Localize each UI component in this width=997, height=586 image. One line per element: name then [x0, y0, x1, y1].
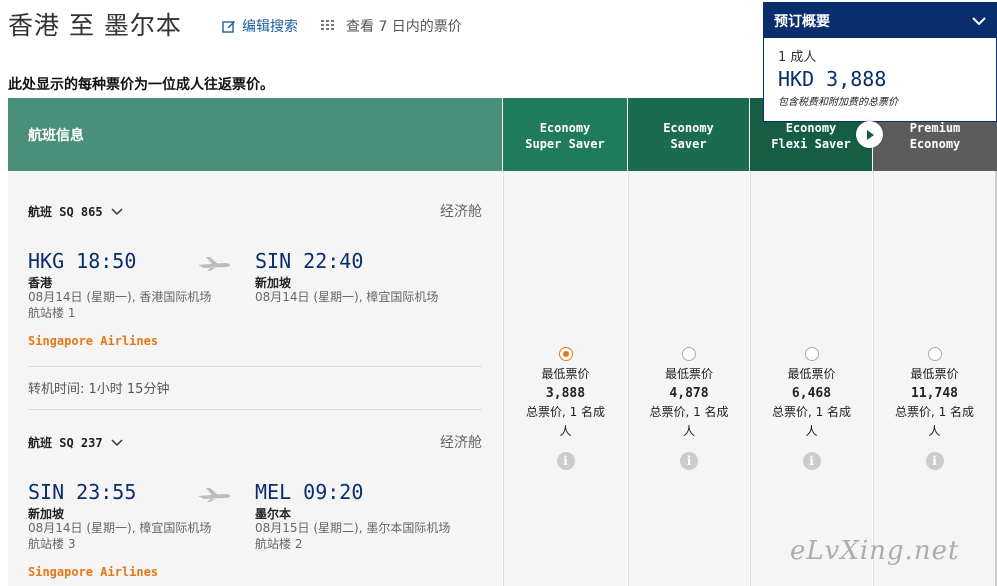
fare-price: 6,468	[791, 386, 832, 401]
departure-airport: 08月14日 (星期一), 樟宜国际机场 航站楼 3	[28, 520, 211, 552]
arrival-terminal: 航站楼 2	[255, 537, 303, 551]
view-7-days-link[interactable]: 查看 7 日内的票价	[320, 16, 462, 36]
edit-search-label: 编辑搜索	[242, 19, 298, 35]
arrival-time: MEL 09:20	[255, 480, 364, 504]
summary-note: 包含税费和附加费的总票价	[778, 97, 898, 108]
fare-header-economy-super-saver[interactable]: Economy Super Saver	[503, 98, 627, 171]
fare-radio[interactable]	[804, 347, 819, 361]
page-title: 香港 至 墨尔本	[8, 11, 182, 40]
chevron-down-icon	[111, 207, 123, 215]
fare-total-note-cont: 人	[928, 424, 941, 438]
airline-name: Singapore Airlines	[28, 565, 159, 579]
arrow-right-icon	[866, 129, 874, 140]
flight-info-header: 航班信息	[8, 98, 502, 171]
airline-name: Singapore Airlines	[28, 334, 159, 348]
plane-icon	[198, 488, 230, 502]
fare-header-line1: Economy	[785, 121, 837, 135]
fare-total-note-cont: 人	[805, 424, 818, 438]
fare-total-note: 总票价, 1 名成	[771, 405, 852, 419]
arrival-airport: 08月14日 (星期一), 樟宜国际机场	[255, 289, 438, 305]
fare-header-line2: Super Saver	[525, 137, 605, 151]
fare-column-premium-economy[interactable]: 最低票价 11,748 总票价, 1 名成 人 i	[873, 171, 997, 586]
transfer-time: 转机时间: 1小时 15分钟	[28, 382, 170, 397]
fare-label: 最低票价	[910, 367, 959, 381]
fare-label: 最低票价	[541, 367, 590, 381]
chevron-down-icon	[111, 438, 123, 446]
departure-airport: 08月14日 (星期一), 香港国际机场 航站楼 1	[28, 289, 211, 321]
booking-summary: 预订概要 1 成人 HKD 3,888 包含税费和附加费的总票价	[763, 2, 997, 122]
fare-header-line2: Economy	[909, 137, 961, 151]
fare-notice: 此处显示的每种票价为一位成人往返票价。	[8, 77, 274, 93]
flight-number: 航班 SQ 237	[28, 436, 103, 450]
segment-1-toggle[interactable]: 航班 SQ 865	[28, 203, 123, 220]
divider	[28, 366, 482, 367]
arrival-time: SIN 22:40	[255, 249, 364, 273]
fare-price: 3,888	[545, 386, 586, 401]
info-icon[interactable]: i	[680, 452, 698, 470]
fare-price: 4,878	[669, 386, 709, 401]
fare-label: 最低票价	[787, 367, 836, 381]
divider	[28, 409, 482, 410]
segment-2-toggle[interactable]: 航班 SQ 237	[28, 434, 123, 451]
cabin-class: 经济舱	[440, 435, 482, 451]
chevron-down-icon	[972, 16, 986, 25]
fare-total-note-cont: 人	[559, 424, 572, 438]
fare-total-note: 总票价, 1 名成	[525, 405, 606, 419]
info-icon[interactable]: i	[802, 452, 821, 470]
departure-time: HKG 18:50	[28, 249, 137, 273]
flight-number: 航班 SQ 865	[28, 205, 103, 219]
departure-detail: 08月14日 (星期一), 香港国际机场	[28, 290, 212, 304]
fare-radio[interactable]	[927, 347, 942, 361]
fare-label: 最低票价	[664, 367, 713, 381]
fare-radio[interactable]	[682, 347, 696, 361]
fare-header-line2: Flexi Saver	[771, 137, 851, 151]
departure-terminal: 航站楼 1	[28, 306, 76, 320]
departure-detail: 08月14日 (星期一), 樟宜国际机场	[28, 521, 212, 535]
cabin-class: 经济舱	[440, 204, 482, 220]
summary-total-price: HKD 3,888	[778, 67, 887, 91]
arrival-airport: 08月15日 (星期二), 墨尔本国际机场 航站楼 2	[255, 520, 450, 552]
fare-total-note: 总票价, 1 名成	[649, 405, 729, 419]
fare-column-economy-flexi-saver[interactable]: 最低票价 6,468 总票价, 1 名成 人 i	[750, 171, 872, 586]
fare-header-line1: Premium	[909, 121, 961, 135]
plane-icon	[198, 257, 230, 271]
fare-price: 11,748	[911, 386, 958, 401]
fare-column-economy-saver[interactable]: 最低票价 4,878 总票价, 1 名成 人 i	[628, 171, 749, 586]
edit-search-link[interactable]: 编辑搜索	[222, 16, 298, 36]
fare-header-line1: Economy	[539, 121, 591, 135]
arrival-detail: 08月15日 (星期二), 墨尔本国际机场	[255, 521, 451, 535]
booking-summary-title: 预订概要	[774, 13, 830, 30]
fare-total-note-cont: 人	[682, 424, 695, 438]
arrival-detail: 08月14日 (星期一), 樟宜国际机场	[255, 290, 439, 304]
flight-info-panel: 航班 SQ 865 经济舱 HKG 18:50 香港 08月14日 (星期一),…	[8, 171, 502, 586]
info-icon[interactable]: i	[556, 452, 575, 470]
fare-header-economy-saver[interactable]: Economy Saver	[628, 98, 749, 171]
next-fares-button[interactable]	[856, 121, 883, 148]
fare-header-line1: Economy	[663, 121, 714, 135]
fare-column-economy-super-saver[interactable]: 最低票价 3,888 总票价, 1 名成 人 i	[503, 171, 627, 586]
departure-time: SIN 23:55	[28, 480, 137, 504]
departure-terminal: 航站楼 3	[28, 537, 76, 551]
fare-radio[interactable]	[558, 347, 573, 361]
watermark: eLvXing.net	[790, 536, 960, 566]
summary-passengers: 1 成人	[778, 50, 817, 65]
fare-total-note: 总票价, 1 名成	[894, 405, 975, 419]
calendar-icon	[321, 20, 334, 30]
fare-header-line2: Saver	[670, 137, 707, 151]
view-7-days-label: 查看 7 日内的票价	[346, 19, 462, 35]
info-icon[interactable]: i	[925, 452, 944, 470]
booking-summary-header[interactable]: 预订概要	[764, 3, 996, 38]
edit-icon	[222, 21, 235, 33]
